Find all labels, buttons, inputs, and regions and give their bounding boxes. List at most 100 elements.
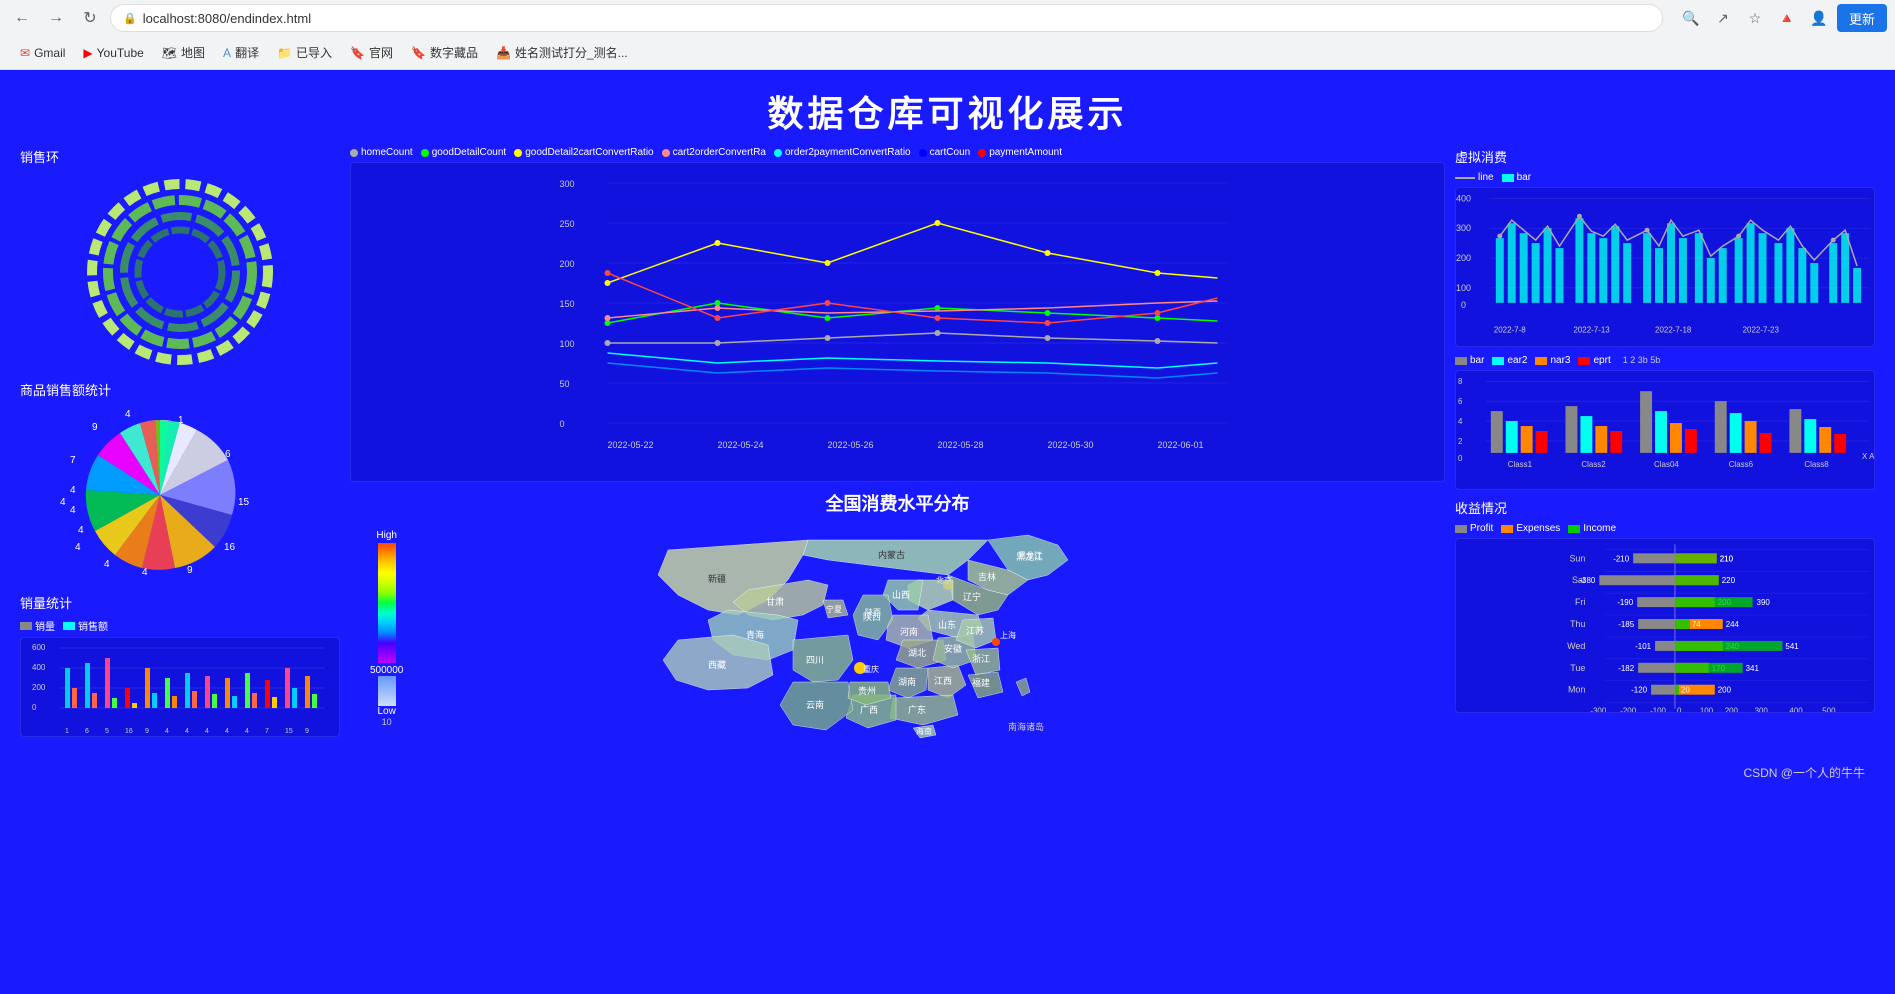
legend-sales: 销量 [20,618,55,633]
extension-button[interactable]: 🔺 [1773,4,1801,32]
svg-text:341: 341 [1746,664,1760,673]
svg-text:4: 4 [78,525,84,536]
svg-text:山东: 山东 [938,619,956,630]
grouped-bar-chart: 8 6 4 2 0 [1455,370,1875,490]
sales-ring-panel: 销售环 [20,147,340,372]
svg-text:宁夏: 宁夏 [826,604,842,614]
svg-text:-200: -200 [1620,707,1636,713]
svg-text:5: 5 [105,728,109,735]
svg-text:Class8: Class8 [1804,460,1829,469]
svg-text:100: 100 [560,339,575,349]
svg-text:400: 400 [1456,193,1471,203]
svg-text:7: 7 [70,455,76,466]
svg-text:青海: 青海 [746,629,764,640]
grouped-bar-panel: bar ear2 nar3 eprt 1 2 3b 5b [1455,355,1875,490]
forward-button[interactable]: → [42,4,70,32]
svg-text:1: 1 [178,415,184,426]
svg-text:2022-05-24: 2022-05-24 [718,440,764,450]
sales-stats-panel: 销量统计 销量 销售额 [20,593,340,737]
svg-text:湖北: 湖北 [908,648,926,658]
svg-text:-100: -100 [1650,707,1666,713]
svg-text:390: 390 [1757,598,1771,607]
svg-text:300: 300 [1456,223,1471,233]
svg-text:4: 4 [142,567,148,578]
sales-stats-title: 销量统计 [20,593,340,612]
svg-text:200: 200 [1725,707,1739,713]
svg-text:内蒙古: 内蒙古 [878,549,905,560]
share-button[interactable]: ↗ [1709,4,1737,32]
svg-text:2022-7-23: 2022-7-23 [1743,326,1780,335]
svg-text:400: 400 [1789,707,1803,713]
svg-text:15: 15 [238,497,250,508]
svg-text:江西: 江西 [934,676,952,686]
toolbar-icons: 🔍 ↗ ☆ 🔺 👤 更新 [1677,4,1887,32]
back-button[interactable]: ← [8,4,36,32]
svg-text:0: 0 [1458,454,1463,463]
svg-text:74: 74 [1692,620,1701,629]
bookmark-imported[interactable]: 📁 已导入 [269,40,340,65]
colorbar-min: 10 [382,717,392,727]
svg-text:4: 4 [225,728,229,735]
svg-text:甘肃: 甘肃 [766,596,784,607]
svg-text:Class2: Class2 [1581,460,1606,469]
legend-eprt: eprt [1578,355,1610,366]
svg-text:600: 600 [32,643,46,652]
legend-income: Income [1568,523,1616,534]
svg-text:9: 9 [305,728,309,735]
bookmark-youtube[interactable]: ▶ YouTube [75,42,151,64]
svg-text:244: 244 [1726,620,1740,629]
svg-text:2022-7-18: 2022-7-18 [1655,326,1692,335]
svg-text:南海诸岛: 南海诸岛 [1008,721,1044,732]
svg-text:16: 16 [125,728,133,735]
svg-text:220: 220 [1722,576,1736,585]
svg-text:8: 8 [1458,377,1463,386]
svg-text:6: 6 [1458,397,1463,406]
browser-chrome: ← → ↻ 🔒 localhost:8080/endindex.html 🔍 ↗… [0,0,1895,70]
svg-text:重庆: 重庆 [863,664,879,674]
line-chart-panel: homeCount goodDetailCount goodDetail2car… [350,147,1445,482]
zoom-button[interactable]: 🔍 [1677,4,1705,32]
reload-button[interactable]: ↻ [76,4,104,32]
lock-icon: 🔒 [123,12,137,25]
svg-text:4: 4 [70,485,76,496]
legend-nar3: nar3 [1535,355,1570,366]
svg-text:4: 4 [165,728,169,735]
bookmark-map[interactable]: 🗺 地图 [154,40,213,65]
svg-text:-120: -120 [1631,686,1647,695]
update-button[interactable]: 更新 [1837,4,1887,32]
svg-text:安徽: 安徽 [944,643,962,654]
legend-bar-gb: bar [1455,355,1484,366]
profit-panel: 收益情况 Profit Expenses Income [1455,498,1875,713]
bookmark-button[interactable]: ☆ [1741,4,1769,32]
colorbar-low: Low [378,706,396,717]
bookmark-nft[interactable]: 🔖 数字藏品 [403,40,486,65]
bookmark-translate[interactable]: A 翻译 [215,40,267,65]
svg-text:1: 1 [65,728,69,735]
svg-text:20: 20 [1681,686,1690,695]
bookmark-name-test[interactable]: 📥 姓名测试打分_测名... [488,40,636,65]
svg-text:9: 9 [187,565,193,576]
svg-text:9: 9 [92,422,98,433]
bookmark-gmail[interactable]: ✉ Gmail [12,42,73,64]
svg-text:吉林: 吉林 [978,571,996,582]
svg-text:200: 200 [1718,686,1732,695]
svg-text:-300: -300 [1590,707,1606,713]
svg-text:210: 210 [1720,554,1734,563]
profile-button[interactable]: 👤 [1805,4,1833,32]
svg-text:4: 4 [75,542,81,553]
svg-text:山西: 山西 [892,590,910,600]
legend-line: line [1455,172,1494,183]
url-bar[interactable]: 🔒 localhost:8080/endindex.html [110,4,1663,32]
svg-text:250: 250 [560,219,575,229]
legend-paymentamount: paymentAmount [978,147,1062,158]
bookmark-official[interactable]: 🔖 官网 [342,40,401,65]
goods-sales-title: 商品销售额统计 [20,380,340,399]
middle-column: homeCount goodDetailCount goodDetail2car… [350,147,1445,750]
svg-text:四川: 四川 [806,655,824,665]
svg-text:200: 200 [560,259,575,269]
svg-text:15: 15 [285,728,293,735]
svg-text:300: 300 [1755,707,1769,713]
svg-text:西藏: 西藏 [708,659,726,670]
legend-expenses: Expenses [1501,523,1560,534]
svg-text:广西: 广西 [860,704,878,715]
